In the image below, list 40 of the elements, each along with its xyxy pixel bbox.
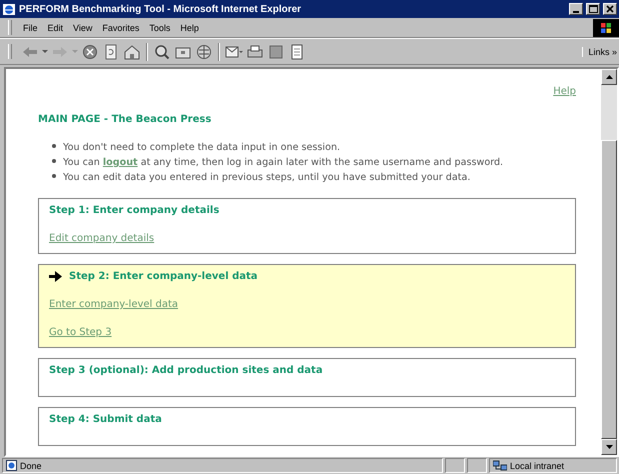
window-title: PERFORM Benchmarking Tool - Microsoft Internet Explorer xyxy=(19,4,302,14)
close-button[interactable] xyxy=(603,3,617,15)
mail-icon[interactable] xyxy=(225,44,243,60)
minimize-button[interactable] xyxy=(569,3,583,15)
browser-icon xyxy=(2,2,16,16)
step-title: Step 3 (optional): Add production sites and data xyxy=(49,365,323,376)
zone-text: Local intranet xyxy=(510,460,564,470)
windows-flag-icon xyxy=(600,22,612,34)
bullet-text: You can edit data you entered in previous steps, until you have submitted your data. xyxy=(63,171,470,185)
bullet-icon xyxy=(52,174,56,178)
printer-icon[interactable] xyxy=(246,44,264,60)
down-arrow-icon[interactable] xyxy=(606,445,612,449)
page-icon xyxy=(6,460,17,471)
stop-icon[interactable] xyxy=(81,44,99,60)
step-title: Step 2: Enter company-level data xyxy=(69,271,258,282)
bullet-text: You don't need to complete the data input in one session. xyxy=(63,141,340,155)
status-text: Done xyxy=(20,460,42,470)
menu-item[interactable]: Tools xyxy=(144,22,176,32)
menu-item[interactable]: File xyxy=(18,22,43,32)
scrollbar[interactable] xyxy=(601,69,617,455)
step-title: Step 4: Submit data xyxy=(49,414,162,425)
search-icon[interactable] xyxy=(153,44,171,60)
bullet-text: You can logout at any time, then log in again later with the same username and password. xyxy=(63,156,504,170)
links-toolbar[interactable]: Links » xyxy=(582,46,619,56)
step-title: Step 1: Enter company details xyxy=(49,205,220,216)
network-icon xyxy=(493,460,507,471)
menu-item[interactable]: Edit xyxy=(42,22,68,32)
maximize-button[interactable] xyxy=(586,3,600,15)
maximize-icon xyxy=(588,5,598,13)
globe-icon[interactable] xyxy=(195,44,213,60)
page-heading: MAIN PAGE - The Beacon Press xyxy=(38,114,212,125)
menu-item[interactable]: Help xyxy=(175,22,204,32)
menu-item[interactable]: View xyxy=(68,22,98,32)
close-icon xyxy=(606,5,614,13)
arrow-icon xyxy=(49,271,62,282)
home-icon[interactable] xyxy=(123,44,141,60)
menu-item[interactable]: Favorites xyxy=(97,22,144,32)
up-arrow-icon[interactable] xyxy=(606,75,612,79)
bullet-icon xyxy=(52,159,56,163)
bullet-icon xyxy=(52,144,56,148)
